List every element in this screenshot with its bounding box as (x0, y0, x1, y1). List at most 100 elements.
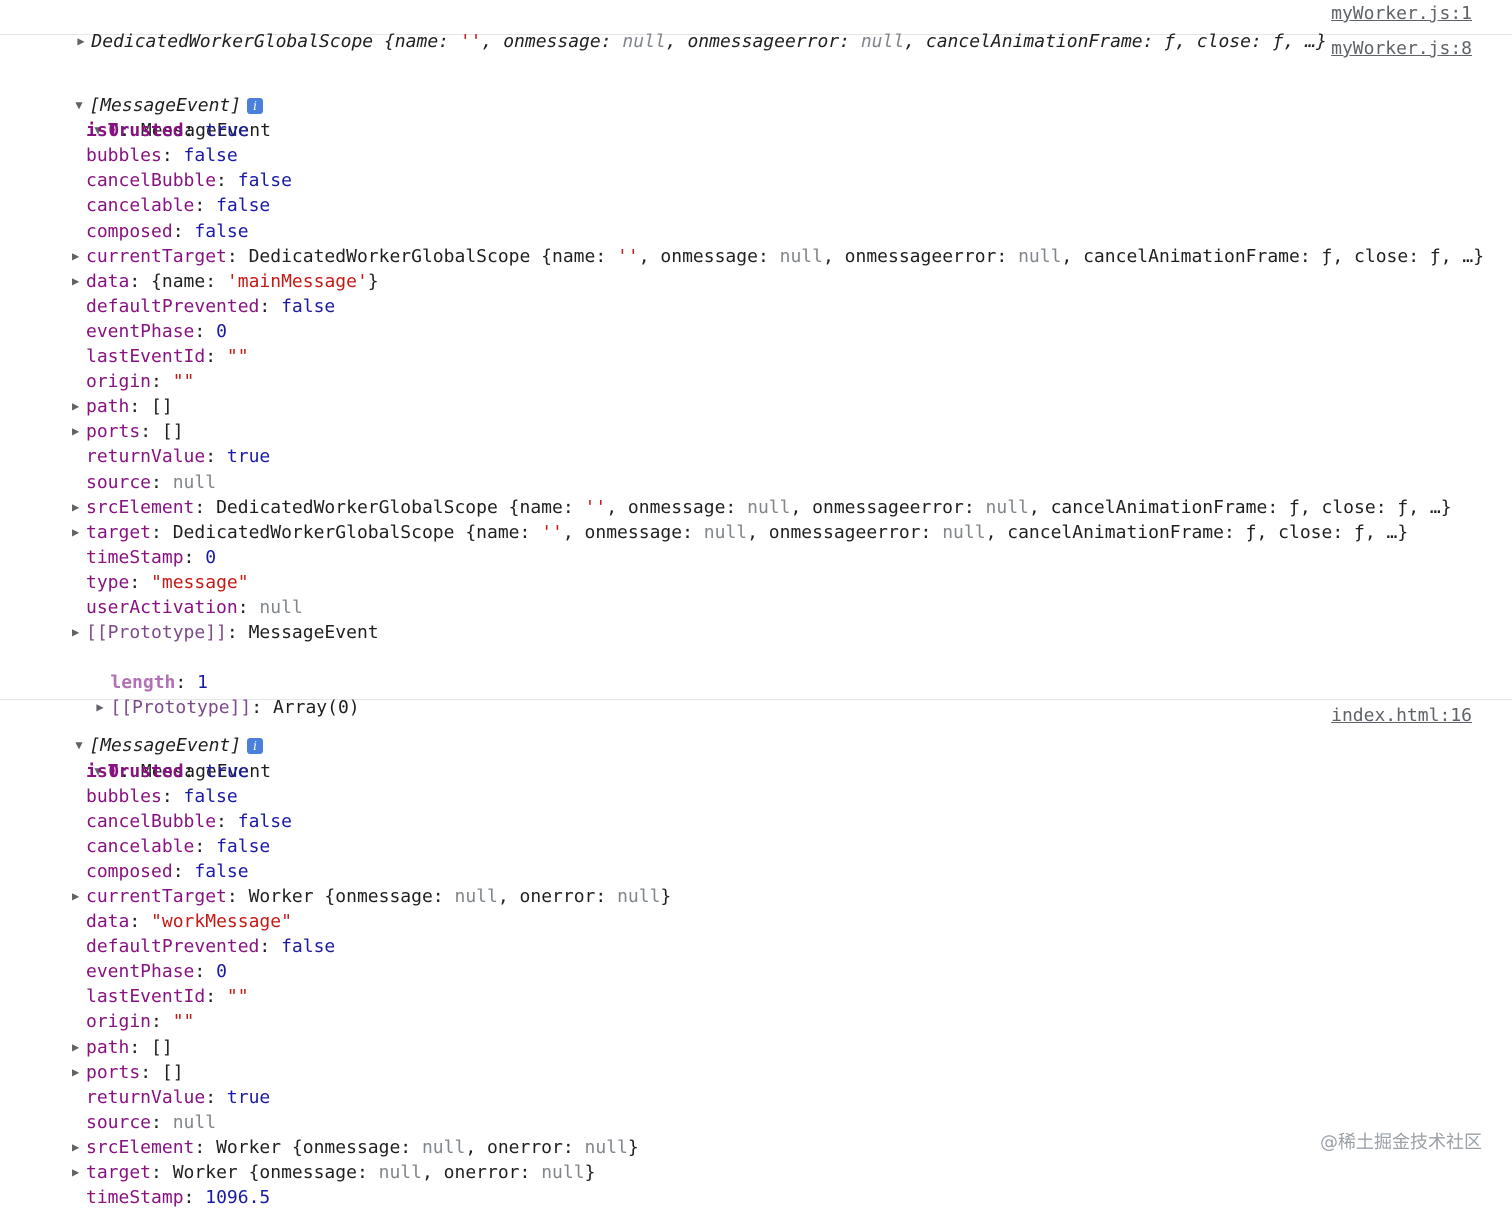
expand-arrow-icon[interactable]: ▶ (72, 1060, 86, 1085)
expand-arrow-icon[interactable]: ▶ (72, 269, 86, 294)
property-value: DedicatedWorkerGlobalScope {name: '', on… (248, 245, 1485, 267)
length-row: length: 1 (110, 672, 208, 694)
property-row[interactable]: ▶ srcElement: Worker {onmessage: null, on… (0, 1135, 1512, 1160)
property-row[interactable]: ▶ path: [] (0, 394, 1512, 419)
property-value: [] (151, 396, 173, 418)
property-value: 0 (216, 320, 227, 342)
property-row[interactable]: ▶ data: {name: 'mainMessage'} (0, 269, 1512, 294)
property-value: [] (161, 421, 184, 443)
property-value: [] (161, 1061, 184, 1083)
property-value: {name: 'mainMessage'} (151, 270, 379, 292)
property-value: "workMessage" (151, 911, 292, 933)
property-key: composed (86, 860, 173, 882)
property-row: composed: false (86, 860, 249, 882)
property-key: eventPhase (86, 320, 195, 342)
property-row: data: "workMessage" (86, 911, 292, 933)
property-row: origin: "" (86, 371, 195, 393)
property-row: timeStamp: 0 (86, 546, 217, 568)
property-row[interactable]: ▶ ports: [] (0, 419, 1512, 444)
array-item[interactable]: ▼ 0: MessageEvent (0, 93, 1512, 141)
property-key: eventPhase (86, 961, 195, 983)
console-entry-3: index.html:16 ▼ [MessageEvent] i ▼ 0: Messa… (0, 700, 1512, 1210)
property-key: isTrusted (86, 120, 184, 142)
property-value: Worker {onmessage: null, onerror: null} (172, 1162, 596, 1184)
property-row: eventPhase: 0 (86, 961, 227, 983)
array-item[interactable]: ▼ 0: MessageEvent (0, 733, 1512, 782)
expand-arrow-icon[interactable]: ▶ (72, 244, 86, 269)
property-row[interactable]: ▶ ports: [] (0, 1060, 1512, 1085)
property-row: cancelable: false (86, 195, 271, 217)
property-key: data (86, 911, 130, 933)
property-key: ports (86, 1061, 141, 1083)
property-row[interactable]: ▶ currentTarget: Worker {onmessage: null,… (0, 884, 1512, 909)
property-value: true (205, 760, 249, 782)
property-key: cancelBubble (86, 810, 217, 832)
property-row: lastEventId: "" (86, 346, 249, 368)
property-row: bubbles: false (86, 785, 238, 807)
array-header[interactable]: ▼ [MessageEvent] i (0, 68, 1512, 116)
property-key: bubbles (86, 145, 162, 167)
property-row: timeStamp: 1096.5 (86, 1187, 271, 1209)
property-row: lastEventId: "" (86, 986, 249, 1008)
property-key: source (86, 471, 152, 493)
source-link[interactable]: myWorker.js:8 (1331, 38, 1472, 59)
property-key: lastEventId (86, 346, 206, 368)
property-row[interactable]: ▶ [[Prototype]]: MessageEvent (0, 620, 1512, 645)
property-row[interactable]: ▶ path: [] (0, 1035, 1512, 1060)
console-entry-1: ▶ DedicatedWorkerGlobalScope {name: '', o… (0, 0, 1512, 52)
property-key: target (86, 1162, 152, 1184)
expand-arrow-icon[interactable]: ▶ (72, 884, 86, 909)
property-key: userActivation (86, 596, 238, 618)
watermark: @稀土掘金技术社区 (1320, 1132, 1482, 1153)
property-row[interactable]: ▶ currentTarget: DedicatedWorkerGlobalSco… (0, 244, 1512, 269)
expand-arrow-icon[interactable]: ▶ (72, 1035, 86, 1060)
property-list: isTrusted: true bubbles: false cancelBubbl… (0, 759, 1512, 1210)
property-value: false (216, 835, 271, 857)
property-value: "" (172, 1011, 195, 1033)
expand-arrow-icon[interactable]: ▶ (72, 495, 86, 520)
property-value: true (205, 120, 249, 142)
property-value: "" (172, 371, 195, 393)
property-key: path (86, 396, 130, 418)
property-row[interactable]: ▶ target: Worker {onmessage: null, onerro… (0, 1160, 1512, 1185)
property-value: DedicatedWorkerGlobalScope {name: '', on… (216, 496, 1452, 518)
property-value: Worker {onmessage: null, onerror: null} (248, 886, 672, 907)
property-value: false (237, 170, 292, 192)
property-key: origin (86, 1011, 152, 1033)
property-key: type (86, 571, 130, 593)
property-value: false (194, 220, 249, 242)
property-key: origin (86, 371, 152, 393)
property-row[interactable]: ▶ target: DedicatedWorkerGlobalScope {nam… (0, 520, 1512, 545)
property-key: ports (86, 421, 141, 443)
expand-arrow-icon[interactable]: ▶ (72, 1160, 86, 1185)
property-key: defaultPrevented (86, 295, 260, 317)
property-key: data (86, 270, 130, 292)
property-key: defaultPrevented (86, 936, 260, 958)
property-value: false (237, 810, 292, 832)
property-row: cancelBubble: false (86, 810, 292, 832)
array-header[interactable]: ▼ [MessageEvent] i (0, 708, 1512, 756)
property-value: MessageEvent (248, 622, 379, 644)
expand-arrow-icon[interactable]: ▶ (72, 520, 86, 545)
property-key: cancelBubble (86, 170, 217, 192)
property-key: composed (86, 220, 173, 242)
property-key: source (86, 1111, 152, 1133)
expand-arrow-icon[interactable]: ▶ (72, 620, 86, 645)
property-list: isTrusted: true bubbles: false cancelBubbl… (0, 118, 1512, 645)
property-value: false (281, 295, 336, 317)
expand-arrow-icon[interactable]: ▶ (72, 394, 86, 419)
console-row-worker-scope[interactable]: ▶ DedicatedWorkerGlobalScope {name: '', o… (0, 4, 1512, 52)
expand-arrow-icon[interactable]: ▶ (72, 419, 86, 444)
property-key: srcElement (86, 496, 195, 518)
property-row: source: null (86, 1111, 217, 1133)
property-row: composed: false (86, 220, 249, 242)
property-row[interactable]: ▶ srcElement: DedicatedWorkerGlobalScope … (0, 495, 1512, 520)
source-link[interactable]: myWorker.js:1 (1331, 3, 1472, 24)
array-prototype-row[interactable]: ▶ [[Prototype]]: Array(0) (0, 670, 1512, 718)
property-value: "message" (151, 571, 249, 593)
property-key: target (86, 521, 152, 543)
expand-arrow-icon[interactable]: ▶ (72, 1135, 86, 1160)
property-row: cancelable: false (86, 835, 271, 857)
property-value: null (172, 1111, 217, 1133)
property-key: currentTarget (86, 245, 227, 267)
